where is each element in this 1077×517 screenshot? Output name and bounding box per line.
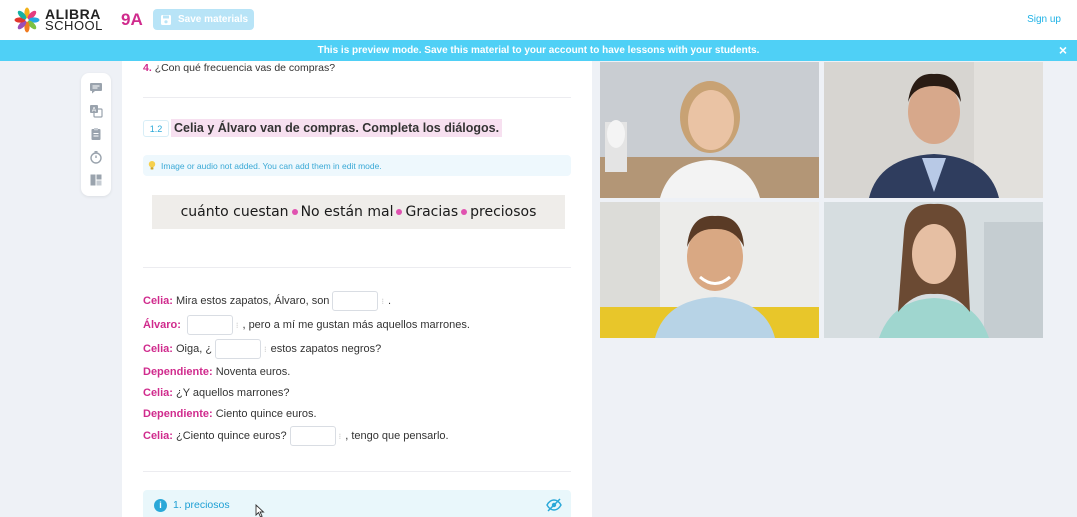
dialog-line: Celia: ¿Ciento quince euros? ⁝ , tengo q… [143,424,470,448]
layout-icon[interactable] [88,172,104,188]
dialog-line: Celia: Mira estos zapatos, Álvaro, son ⁝… [143,289,470,313]
video-participant-1[interactable] [600,62,819,198]
divider [143,471,571,472]
mouse-cursor-icon [255,504,265,517]
drag-handle-icon: ⁝ [338,431,342,441]
preview-banner: This is preview mode. Save this material… [0,40,1077,61]
divider [143,97,571,98]
alibra-logo[interactable]: ALIBRA SCHOOL [14,6,103,34]
dialog-text: Oiga, ¿ [175,343,213,355]
exercise-panel: 4. ¿Con qué frecuencia vas de compras? 1… [122,61,592,517]
answer-key-bar[interactable]: i 1. preciosos [143,490,571,517]
clipboard-icon[interactable] [88,126,104,142]
timer-icon[interactable] [88,149,104,165]
question-4: 4. ¿Con qué frecuencia vas de compras? [143,62,335,74]
translate-icon[interactable]: A [88,103,104,119]
drag-handle-icon: ⁝ [235,320,239,330]
preview-banner-text: This is preview mode. Save this material… [317,45,760,56]
word-bank-item[interactable]: preciosos [470,204,536,220]
save-materials-button[interactable]: Save materials [153,9,254,30]
tools-toolbar: A [81,73,111,196]
eye-off-icon[interactable] [546,498,562,512]
media-notice: Image or audio not added. You can add th… [143,155,571,176]
word-bank: cuánto cuestan No están mal Gracias prec… [152,195,565,229]
question-4-text: ¿Con qué frecuencia vas de compras? [154,62,336,74]
speaker-name: Celia: [143,343,173,355]
divider [143,267,571,268]
info-icon: i [154,498,167,512]
logo-flower-icon [14,7,40,33]
video-participant-4[interactable] [824,202,1043,338]
sign-up-link[interactable]: Sign up [1027,14,1061,25]
dialog-line: Dependiente: Ciento quince euros. [143,403,470,424]
media-notice-text: Image or audio not added. You can add th… [161,160,382,171]
dialog-text: . [387,295,392,307]
answer-blank-input[interactable] [215,339,262,359]
dialog: Celia: Mira estos zapatos, Álvaro, son ⁝… [143,289,470,448]
logo-line2: SCHOOL [45,18,103,33]
answer-blank-input[interactable] [332,291,379,311]
speaker-name: Dependiente: [143,407,213,420]
video-participant-2[interactable] [824,62,1043,198]
save-icon [161,14,171,25]
chat-icon[interactable] [88,80,104,96]
speaker-name: Álvaro: [143,319,181,331]
separator-dot [291,209,298,215]
dialog-line: Celia: ¿Y aquellos marrones? [143,382,470,403]
speaker-name: Dependiente: [143,365,213,378]
section-title: Celia y Álvaro van de compras. Completa … [171,119,503,137]
separator-dot [396,209,403,215]
dialog-text: Ciento quince euros. [215,407,317,420]
logo-wordmark: ALIBRA SCHOOL [45,7,103,33]
grade-label: 9A [121,10,143,29]
dialog-text: , pero a mí me gustan más aquellos marro… [242,319,470,331]
word-bank-item[interactable]: cuánto cuestan [181,204,289,220]
word-bank-item[interactable]: No están mal [301,204,394,220]
word-bank-item[interactable]: Gracias [405,204,458,220]
dialog-text: Mira estos zapatos, Álvaro, son [175,295,330,307]
dialog-line: Álvaro: ⁝ , pero a mí me gustan más aque… [143,313,470,337]
dialog-text: , tengo que pensarlo. [345,430,449,442]
dialog-text: ¿Ciento quince euros? [175,430,287,442]
answer-key-text: 1. preciosos [173,499,230,511]
lightbulb-icon [148,161,156,170]
speaker-name: Celia: [143,430,173,442]
question-4-number: 4. [143,62,152,74]
dialog-text: estos zapatos negros? [270,343,382,355]
section-number: 1.2 [143,120,169,137]
video-participant-3[interactable] [600,202,819,338]
dialog-text: Noventa euros. [215,365,291,378]
save-materials-label: Save materials [178,14,249,25]
speaker-name: Celia: [143,386,173,399]
dialog-text: ¿Y aquellos marrones? [175,386,290,399]
drag-handle-icon: ⁝ [264,344,267,354]
drag-handle-icon: ⁝ [381,296,384,306]
separator-dot [461,209,468,215]
answer-blank-input[interactable] [289,426,336,446]
dialog-line: Celia: Oiga, ¿ ⁝ estos zapatos negros? [143,337,470,361]
close-icon[interactable]: × [1059,43,1067,57]
answer-blank-input[interactable] [186,315,233,335]
top-bar: ALIBRA SCHOOL 9A Save materials Sign up [0,0,1077,40]
speaker-name: Celia: [143,295,173,307]
dialog-line: Dependiente: Noventa euros. [143,361,470,382]
